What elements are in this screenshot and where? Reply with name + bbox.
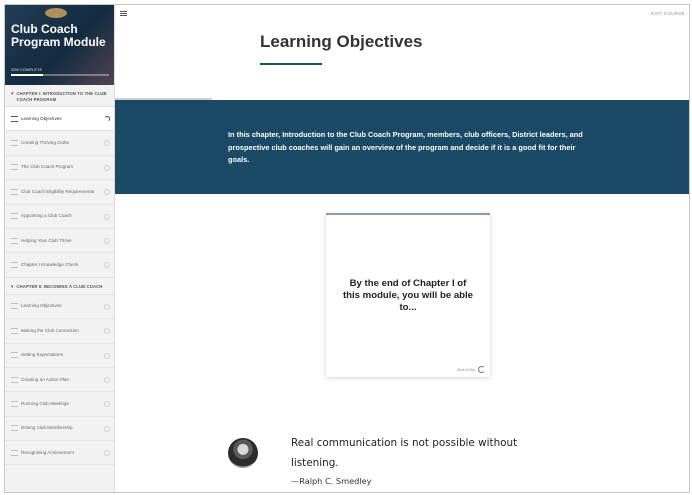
lesson-label: Helping Your Club Thrive [21,237,72,243]
sidebar-item-knowledge-check[interactable]: Chapter I Knowledge Check [5,253,114,278]
chapter-1-header[interactable]: ▾ CHAPTER I: INTRODUCTION TO THE CLUB CO… [5,85,114,107]
lesson-status-icon [104,237,110,244]
course-progress-text: 33% COMPLETE [11,67,43,72]
quote-author: —Ralph C. Smedley [291,476,372,486]
author-avatar [228,438,258,468]
sidebar-item-club-coach-program[interactable]: The Club Coach Program [5,156,114,181]
lesson-text-icon [11,352,18,359]
lesson-status-icon [104,189,110,196]
toastmasters-logo-icon [45,8,67,18]
lesson-text-icon [11,188,18,195]
hamburger-menu-icon[interactable] [120,11,127,16]
sidebar: Club Coach Program Module 33% COMPLETE ▾… [5,5,115,492]
course-progress: 33% COMPLETE [11,67,109,76]
chevron-down-icon: ▾ [11,91,14,97]
lesson-status-icon [104,376,110,383]
sidebar-item-ch2-learning-objectives[interactable]: Learning Objectives [5,295,114,320]
chevron-down-icon: ▾ [11,283,14,290]
flashcard-text: By the end of Chapter I of this module, … [342,278,474,313]
flip-control[interactable]: Click to flip [457,366,485,373]
lesson-text-icon [11,449,18,456]
lesson-status-icon [104,303,110,310]
lesson-label: Running Club Meetings [21,400,69,406]
sidebar-item-creating-thriving-clubs[interactable]: Creating Thriving Clubs [5,131,114,156]
sidebar-item-driving-membership[interactable]: Driving Club Membership [5,417,114,442]
intro-banner: In this chapter, Introduction to the Clu… [115,100,689,194]
sidebar-item-setting-expectations[interactable]: Setting Expectations [5,344,114,368]
flashcard[interactable]: By the end of Chapter I of this module, … [326,213,490,377]
sidebar-item-club-connection[interactable]: Making the Club Connection [5,319,114,344]
sidebar-item-helping-club-thrive[interactable]: Helping Your Club Thrive [5,229,114,254]
lesson-text-icon [11,303,18,310]
lesson-progress-icon [104,116,110,122]
course-progress-fill [11,74,44,76]
chapter-1-title: CHAPTER I: INTRODUCTION TO THE CLUB COAC… [16,91,107,102]
lesson-status-icon [104,213,110,220]
sidebar-item-running-meetings[interactable]: Running Club Meetings [5,392,114,417]
exit-course-link[interactable]: EXIT COURSE [651,11,685,16]
lesson-text-icon [11,400,18,407]
lesson-text-icon [11,237,18,244]
flip-label: Click to flip [456,367,475,372]
lesson-text-icon [11,115,18,122]
intro-banner-text: In this chapter, Introduction to the Clu… [228,130,583,164]
course-window: Club Coach Program Module 33% COMPLETE ▾… [4,4,690,493]
quote-text: Real communication is not possible witho… [291,437,518,469]
page-title: Learning Objectives [260,32,423,51]
lesson-label: Driving Club Membership [21,425,73,431]
chapter-2-header[interactable]: ▾ CHAPTER II: BECOMING A CLUB COACH [5,278,114,295]
lesson-label: Creating Thriving Clubs [21,140,69,146]
course-hero: Club Coach Program Module 33% COMPLETE [5,5,114,85]
sidebar-item-appointing-club-coach[interactable]: Appointing a Club Coach [5,205,114,229]
chapter-2-title: CHAPTER II: BECOMING A CLUB COACH [16,283,103,289]
lesson-label: Learning Objectives [21,115,62,121]
lesson-label: The Club Coach Program [21,164,74,170]
lesson-text-icon [11,140,18,147]
lesson-status-icon [104,352,110,359]
lesson-text-icon [11,425,18,432]
sidebar-item-action-plan[interactable]: Creating an Action Plan [5,368,114,393]
lesson-status-icon [104,401,110,408]
quiz-icon [11,262,18,269]
course-progress-track [11,74,109,76]
lesson-text-icon [11,213,18,220]
course-title: Club Coach Program Module [11,22,106,49]
lesson-text-icon [11,164,18,171]
lesson-label: Club Coach Eligibility Requirements [21,188,95,194]
lesson-label: Appointing a Club Coach [21,213,72,219]
lesson-label: Learning Objectives [21,303,62,309]
lesson-text-icon [11,376,18,383]
flip-icon [478,366,485,373]
lesson-label: Creating an Action Plan [21,376,70,382]
lesson-status-icon [104,262,110,269]
lesson-content: EXIT COURSE Learning Objectives In this … [115,5,689,492]
sidebar-item-eligibility-requirements[interactable]: Club Coach Eligibility Requirements [5,180,114,205]
lesson-status-icon [104,164,110,171]
lesson-label: Making the Club Connection [21,327,79,333]
lesson-text-icon [11,327,18,334]
lesson-label: Setting Expectations [21,352,63,358]
sidebar-item-learning-objectives[interactable]: Learning Objectives [5,107,114,132]
title-divider [260,63,322,65]
lesson-label: Chapter I Knowledge Check [21,262,79,268]
lesson-status-icon [104,328,110,335]
lesson-status-icon [104,425,110,432]
lesson-status-icon [104,140,110,147]
sidebar-item-recognizing-achievement[interactable]: Recognizing Achievement [5,441,114,466]
lesson-label: Recognizing Achievement [21,449,74,455]
lesson-status-icon [104,450,110,457]
